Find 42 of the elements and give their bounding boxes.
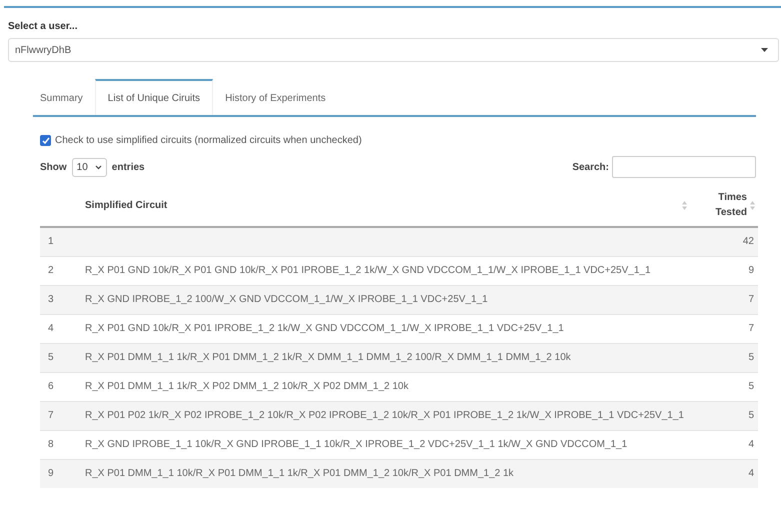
row-number: 5 (48, 352, 54, 363)
row-number: 6 (48, 381, 54, 392)
times-tested: 4 (748, 439, 754, 450)
circuit-text: R_X P01 DMM_1_1 10k/R_X P01 DMM_1_1 1k/R_X P01 DMM_1_2 10k/R_X P01 DMM_1_2 1k (85, 468, 514, 479)
times-tested: 7 (748, 323, 754, 334)
show-label: Show (40, 162, 67, 172)
row-number: 8 (48, 439, 54, 450)
entries-select[interactable]: 10 (72, 158, 107, 176)
circuit-text: R_X GND IPROBE_1_2 100/W_X GND VDCCOM_1_1/W_X IPROBE_1_1 VDC+25V_1_1 (85, 294, 488, 305)
entries-label: entries (112, 162, 145, 172)
times-tested: 5 (748, 410, 754, 421)
row-number: 7 (48, 410, 54, 421)
circuit-text: R_X P01 GND 10k/R_X P01 IPROBE_1_2 1k/W_X GND VDCCOM_1_1/W_X IPROBE_1_1 VDC+25V_1_1 (85, 323, 564, 334)
caret-icon (761, 48, 768, 52)
times-tested: 42 (742, 236, 754, 247)
circuit-text: R_X P01 GND 10k/R_X P01 GND 10k/R_X P01 IPROBE_1_2 1k/W_X GND VDCCOM_1_1/W_X IPROBE_1_1 VDC+25V_1_1 (85, 265, 651, 276)
row-number: 9 (48, 468, 54, 479)
times-tested: 5 (748, 352, 754, 363)
row-number: 4 (48, 323, 54, 334)
search-field[interactable] (612, 156, 756, 178)
user-select[interactable]: nFlwwryDhB (8, 38, 779, 62)
search-label: Search: (572, 162, 609, 172)
times-tested: 5 (748, 381, 754, 392)
sort-icon (682, 200, 687, 210)
tab[interactable]: History of Experiments (213, 79, 338, 115)
times-tested: 9 (748, 265, 754, 276)
times-tested: 4 (748, 468, 754, 479)
sort-icon (750, 200, 755, 210)
checkbox[interactable] (40, 135, 51, 146)
times-tested: 7 (748, 294, 754, 305)
select-label: Select a user... (7, 20, 78, 32)
tab[interactable]: List of Unique Ciruits (94, 79, 214, 115)
circuit-text: R_X GND IPROBE_1_1 10k/R_X GND IPROBE_1_1 10k/R_X IPROBE_1_2 VDC+25V_1_1 1k/W_X GND VDCCOM_1_1 (85, 439, 628, 450)
checkbox-label: Check to use simplified circuits (normalized circuits when unchecked) (55, 135, 362, 146)
tab[interactable]: Summary (28, 79, 95, 115)
row-number: 2 (48, 265, 54, 276)
row-number: 3 (48, 294, 54, 305)
chevron-icon (94, 164, 102, 170)
circuit-text: R_X P01 P02 1k/R_X P02 IPROBE_1_2 10k/R_X P02 IPROBE_1_2 10k/R_X P01 IPROBE_1_2 1k/W_X IPROBE_1_1 VDC+25V_1_1 (85, 410, 684, 421)
circuit-text: R_X P01 DMM_1_1 1k/R_X P02 DMM_1_2 10k/R_X P02 DMM_1_2 10k (85, 381, 408, 392)
row-number: 1 (48, 236, 54, 247)
circuit-text: R_X P01 DMM_1_1 1k/R_X P01 DMM_1_2 1k/R_X DMM_1_1 DMM_1_2 100/R_X DMM_1_1 DMM_1_2 10k (85, 352, 571, 363)
